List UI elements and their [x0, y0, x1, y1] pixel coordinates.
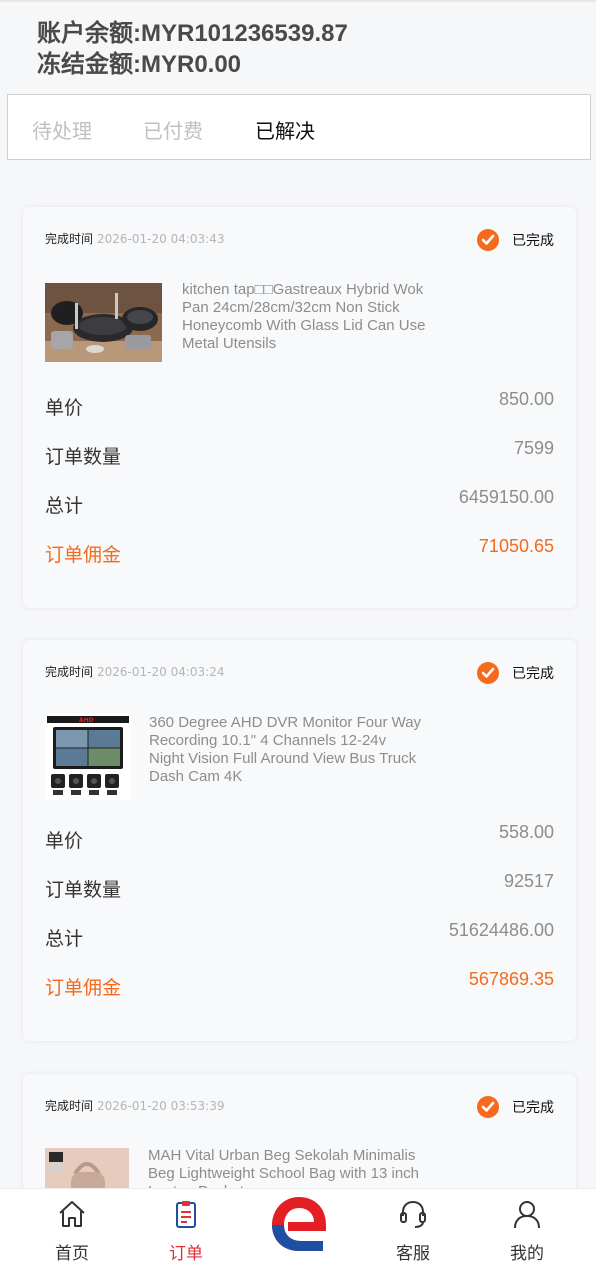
- quantity-value: 92517: [503, 871, 554, 891]
- tab-resolved[interactable]: 已解决: [255, 115, 315, 144]
- completion-time-label: 完成时间: [45, 232, 94, 246]
- quantity-row: 订单数量 7599: [45, 438, 554, 468]
- check-icon: [477, 662, 499, 684]
- product-name[interactable]: kitchen tap□□Gastreaux Hybrid Wok Pan 24…: [182, 281, 442, 353]
- brand-e-logo: [272, 1197, 326, 1251]
- status-badge: 已完成: [477, 229, 554, 251]
- total-value: 51624486.00: [448, 920, 554, 940]
- nav-customer-service[interactable]: 客服: [368, 1189, 458, 1267]
- nav-customer-service-label: 客服: [396, 1244, 430, 1264]
- frozen-amount: 冻结金额:MYR0.00: [37, 51, 242, 78]
- commission-label: 订单佣金: [45, 977, 122, 999]
- status-badge: 已完成: [477, 1096, 554, 1118]
- completion-time-value: 2026-01-20 04:03:24: [97, 665, 225, 679]
- order-card[interactable]: 完成时间 2026-01-20 04:03:24 已完成 AHD 360 Deg…: [23, 640, 576, 1041]
- top-border: [0, 0, 596, 2]
- completion-time: 完成时间 2026-01-20 04:03:24: [45, 663, 224, 680]
- commission-row: 订单佣金 71050.65: [45, 536, 554, 566]
- quantity-value: 7599: [513, 438, 554, 458]
- check-icon: [477, 229, 499, 251]
- total-value: 6459150.00: [458, 487, 554, 507]
- unit-price-row: 单价 850.00: [45, 389, 554, 419]
- commission-row: 订单佣金 567869.35: [45, 969, 554, 999]
- nav-home[interactable]: 首页: [27, 1189, 117, 1267]
- wok-pan-set-image: [45, 283, 162, 362]
- nav-home-label: 首页: [55, 1244, 89, 1264]
- user-icon: [514, 1201, 540, 1229]
- status-text: 已完成: [512, 666, 554, 682]
- completion-time-label: 完成时间: [45, 1099, 94, 1113]
- status-text: 已完成: [512, 1100, 554, 1116]
- unit-price-label: 单价: [45, 397, 84, 419]
- home-icon: [59, 1201, 85, 1227]
- nav-profile-label: 我的: [510, 1244, 544, 1264]
- nav-brand[interactable]: [268, 1193, 330, 1255]
- account-balance: 账户余额:MYR101236539.87: [37, 20, 348, 47]
- unit-price-value: 558.00: [498, 822, 554, 842]
- tab-paid[interactable]: 已付费: [143, 115, 203, 144]
- check-icon: [477, 1096, 499, 1118]
- product-image[interactable]: AHD: [45, 714, 131, 800]
- total-label: 总计: [45, 928, 84, 950]
- commission-label: 订单佣金: [45, 544, 122, 566]
- unit-price-row: 单价 558.00: [45, 822, 554, 852]
- order-card[interactable]: 完成时间 2026-01-20 04:03:43 已完成 kitchen tap□…: [23, 207, 576, 608]
- unit-price-label: 单价: [45, 830, 84, 852]
- product-image-text: AHD: [79, 717, 94, 724]
- status-text: 已完成: [512, 233, 554, 249]
- completion-time-value: 2026-01-20 03:53:39: [97, 1099, 225, 1113]
- completion-time-label: 完成时间: [45, 665, 94, 679]
- orders-icon: [176, 1201, 196, 1228]
- commission-value: 567869.35: [468, 969, 554, 989]
- total-row: 总计 51624486.00: [45, 920, 554, 950]
- nav-orders-label: 订单: [169, 1244, 203, 1264]
- bottom-navigation: 首页 订单 客服 我的: [0, 1188, 596, 1267]
- total-row: 总计 6459150.00: [45, 487, 554, 517]
- quantity-label: 订单数量: [45, 446, 122, 468]
- quantity-row: 订单数量 92517: [45, 871, 554, 901]
- nav-profile[interactable]: 我的: [482, 1189, 572, 1267]
- completion-time: 完成时间 2026-01-20 03:53:39: [45, 1097, 224, 1114]
- account-summary: 账户余额:MYR101236539.87 冻结金额:MYR0.00: [37, 18, 348, 80]
- status-badge: 已完成: [477, 662, 554, 684]
- quantity-label: 订单数量: [45, 879, 122, 901]
- order-status-tabs: 待处理 已付费 已解决: [7, 94, 591, 160]
- tab-pending[interactable]: 待处理: [32, 115, 92, 144]
- completion-time: 完成时间 2026-01-20 04:03:43: [45, 230, 224, 247]
- nav-orders[interactable]: 订单: [141, 1189, 231, 1267]
- commission-value: 71050.65: [478, 536, 554, 556]
- product-name[interactable]: 360 Degree AHD DVR Monitor Four Way Reco…: [149, 714, 424, 786]
- total-label: 总计: [45, 495, 84, 517]
- dvr-monitor-cameras-image: AHD: [45, 714, 131, 800]
- headset-icon: [400, 1200, 426, 1228]
- completion-time-value: 2026-01-20 04:03:43: [97, 232, 225, 246]
- unit-price-value: 850.00: [498, 389, 554, 409]
- product-image[interactable]: [45, 283, 162, 362]
